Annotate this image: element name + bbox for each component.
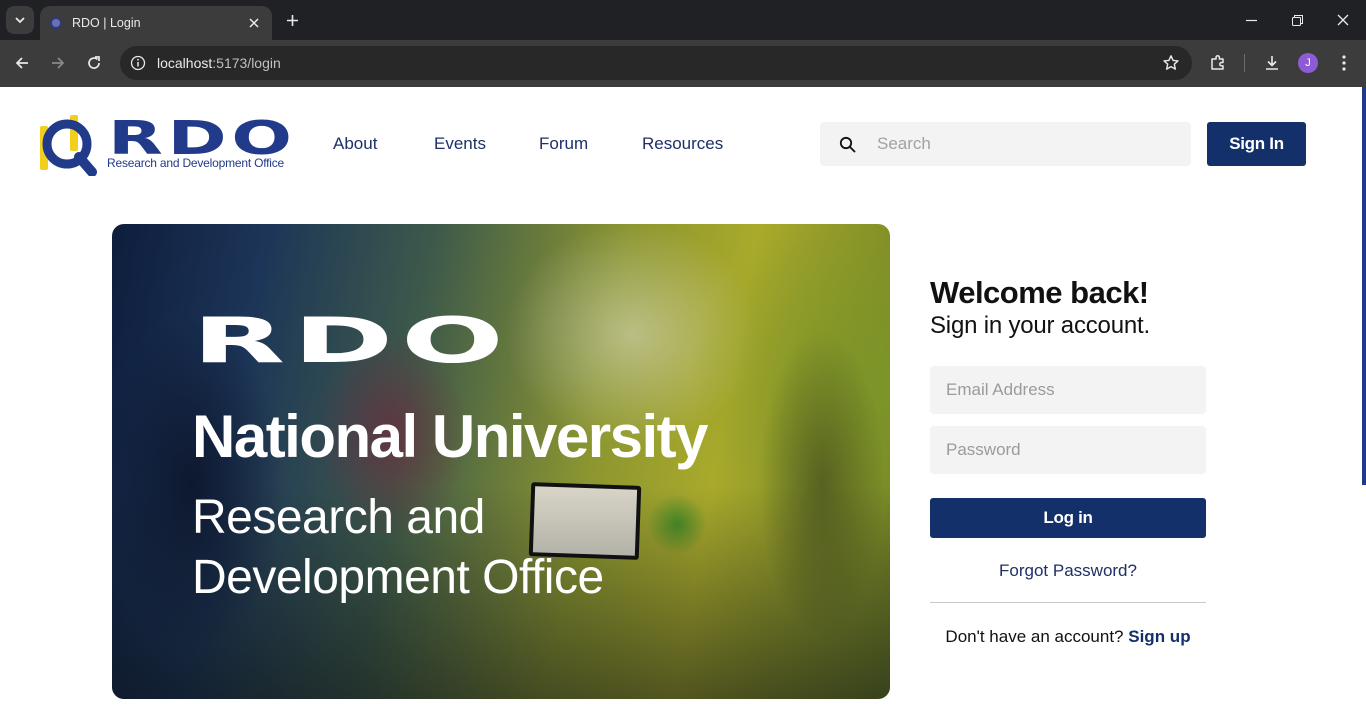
close-window-button[interactable] <box>1320 0 1366 40</box>
close-icon <box>249 18 259 28</box>
email-field[interactable] <box>930 366 1206 414</box>
nav-about[interactable]: About <box>333 134 377 154</box>
hero-logo-text: RDO <box>192 304 512 377</box>
arrow-left-icon <box>15 57 28 69</box>
chrome-menu-button[interactable] <box>1334 53 1354 73</box>
browser-tab-strip: RDO | Login <box>0 0 1366 40</box>
login-heading: Welcome back! <box>930 275 1149 310</box>
bookmark-star-icon[interactable] <box>1162 54 1180 72</box>
site-info-icon[interactable] <box>130 55 146 71</box>
search-bar[interactable] <box>820 122 1191 166</box>
address-url[interactable]: localhost:5173/login <box>157 55 281 71</box>
more-vertical-icon <box>1342 55 1346 71</box>
puzzle-icon <box>1211 55 1224 70</box>
browser-toolbar: localhost:5173/login <box>0 40 1366 87</box>
forgot-password-link[interactable]: Forgot Password? <box>930 561 1206 581</box>
tab-search-button[interactable] <box>6 6 34 34</box>
close-icon <box>1337 14 1349 26</box>
logo-subtitle: Research and Development Office <box>107 156 285 170</box>
new-tab-button[interactable] <box>280 8 304 32</box>
profile-avatar[interactable]: J <box>1298 53 1318 73</box>
signup-prompt: Don't have an account? Sign up <box>930 627 1206 647</box>
plus-icon <box>286 14 298 26</box>
no-account-text: Don't have an account? <box>945 627 1124 646</box>
divider <box>930 602 1206 603</box>
sign-up-link[interactable]: Sign up <box>1128 627 1190 646</box>
password-field[interactable] <box>930 426 1206 474</box>
logo-wordmark: RDO <box>108 111 297 165</box>
downloads-button[interactable] <box>1262 53 1282 73</box>
search-input[interactable] <box>877 122 1177 166</box>
browser-tab-active[interactable]: RDO | Login <box>40 6 272 40</box>
page: RDO Research and Development Office Abou… <box>0 87 1366 720</box>
forward-button[interactable] <box>43 48 73 78</box>
chevron-down-icon <box>15 17 25 24</box>
extensions-button[interactable] <box>1208 53 1228 73</box>
nav-forum[interactable]: Forum <box>539 134 588 154</box>
reload-button[interactable] <box>79 48 109 78</box>
hero-title: National University <box>192 403 709 470</box>
back-button[interactable] <box>7 48 37 78</box>
log-in-button[interactable]: Log in <box>930 498 1206 538</box>
tab-title: RDO | Login <box>72 16 141 30</box>
login-subheading: Sign in your account. <box>930 312 1150 339</box>
hero-subtitle: Research and Development Office <box>192 488 604 608</box>
address-bar[interactable]: localhost:5173/login <box>120 46 1192 80</box>
url-host: localhost <box>157 55 213 71</box>
minimize-icon <box>1245 19 1257 21</box>
nav-events[interactable]: Events <box>434 134 486 154</box>
nav-resources[interactable]: Resources <box>642 134 723 154</box>
reload-icon <box>88 56 100 69</box>
magnifier-logo-icon <box>40 115 97 176</box>
hero-subtitle-line: Research and <box>192 491 485 544</box>
hero-banner: RDO National University Research and Dev… <box>112 224 890 699</box>
rdo-logo[interactable]: RDO Research and Development Office <box>40 112 292 176</box>
minimize-button[interactable] <box>1228 0 1274 40</box>
restore-button[interactable] <box>1274 0 1320 40</box>
tab-close-button[interactable] <box>244 13 264 33</box>
favicon-icon <box>50 17 62 29</box>
search-icon <box>839 136 856 153</box>
download-icon <box>1266 56 1278 70</box>
url-path: :5173/login <box>212 55 281 71</box>
toolbar-separator <box>1244 54 1245 72</box>
hero-subtitle-line: Development Office <box>192 551 604 604</box>
scrollbar[interactable] <box>1362 87 1366 485</box>
restore-icon <box>1291 14 1303 26</box>
arrow-right-icon <box>52 57 65 69</box>
sign-in-button[interactable]: Sign In <box>1207 122 1306 166</box>
